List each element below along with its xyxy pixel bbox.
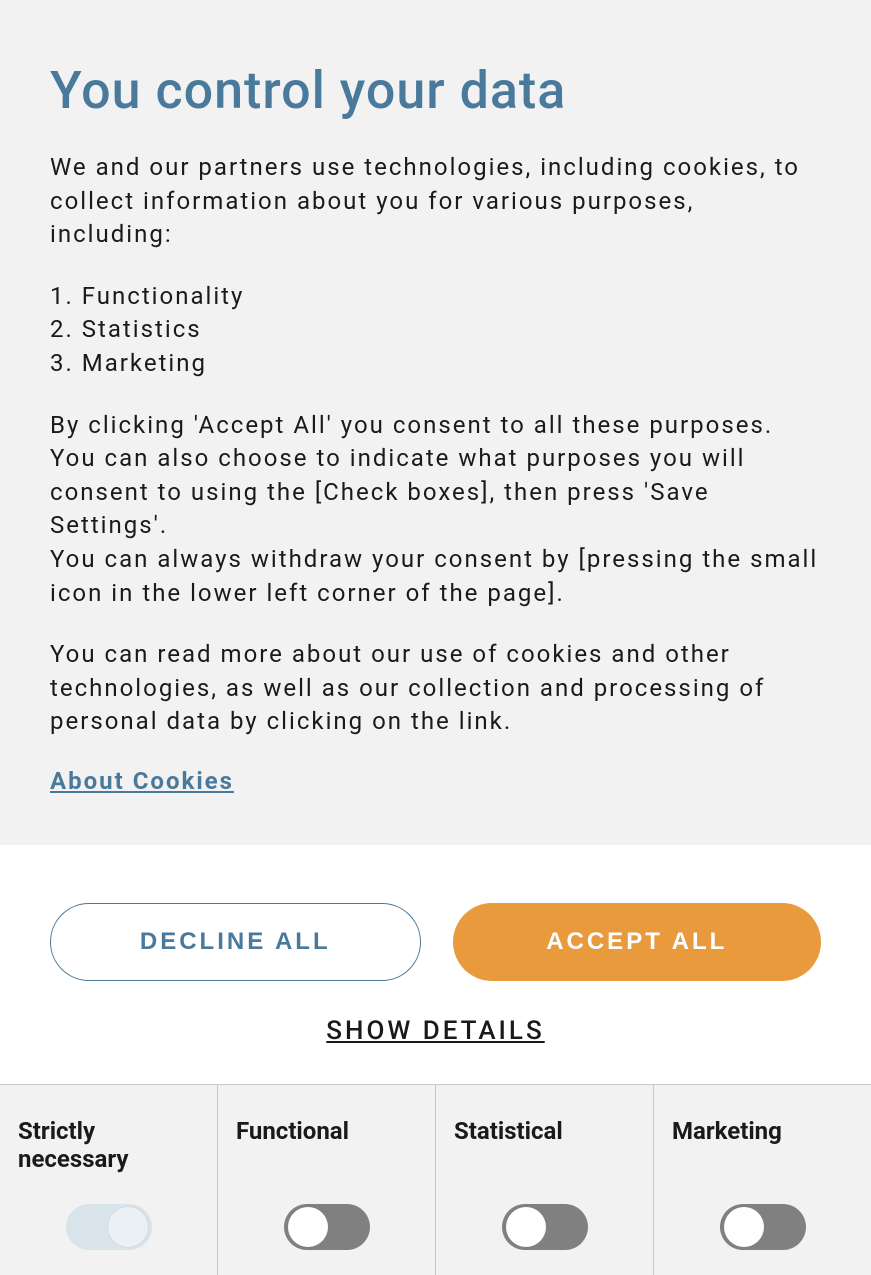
category-label: Functional — [236, 1117, 349, 1179]
toggle-knob-icon — [724, 1207, 764, 1247]
category-label: Marketing — [672, 1117, 782, 1179]
toggle-strictly-necessary — [66, 1204, 152, 1250]
about-cookies-link[interactable]: About Cookies — [50, 767, 234, 795]
category-functional: Functional — [218, 1085, 436, 1275]
consent-explanation: By clicking 'Accept All' you consent to … — [50, 409, 821, 611]
toggle-knob-icon — [288, 1207, 328, 1247]
category-strictly-necessary: Strictly necessary — [0, 1085, 218, 1275]
toggle-marketing[interactable] — [720, 1204, 806, 1250]
cookie-categories: Strictly necessary Functional Statistica… — [0, 1084, 871, 1275]
more-info-text: You can read more about our use of cooki… — [50, 638, 821, 739]
toggle-knob-icon — [108, 1207, 148, 1247]
purpose-item: 1. Functionality — [50, 280, 821, 314]
consent-actions-section: DECLINE ALL ACCEPT ALL SHOW DETAILS — [0, 845, 871, 1084]
intro-text: We and our partners use technologies, in… — [50, 151, 821, 252]
category-statistical: Statistical — [436, 1085, 654, 1275]
category-marketing: Marketing — [654, 1085, 871, 1275]
category-label: Statistical — [454, 1117, 563, 1179]
toggle-knob-icon — [506, 1207, 546, 1247]
toggle-statistical[interactable] — [502, 1204, 588, 1250]
decline-all-button[interactable]: DECLINE ALL — [50, 903, 421, 981]
button-row: DECLINE ALL ACCEPT ALL — [50, 903, 821, 981]
toggle-functional[interactable] — [284, 1204, 370, 1250]
dialog-title: You control your data — [50, 60, 821, 121]
purposes-list: 1. Functionality 2. Statistics 3. Market… — [50, 280, 821, 381]
consent-header-section: You control your data We and our partner… — [0, 0, 871, 845]
purpose-item: 2. Statistics — [50, 313, 821, 347]
purpose-item: 3. Marketing — [50, 347, 821, 381]
show-details-link[interactable]: SHOW DETAILS — [50, 1016, 821, 1046]
category-label: Strictly necessary — [18, 1117, 199, 1179]
accept-all-button[interactable]: ACCEPT ALL — [453, 903, 822, 981]
